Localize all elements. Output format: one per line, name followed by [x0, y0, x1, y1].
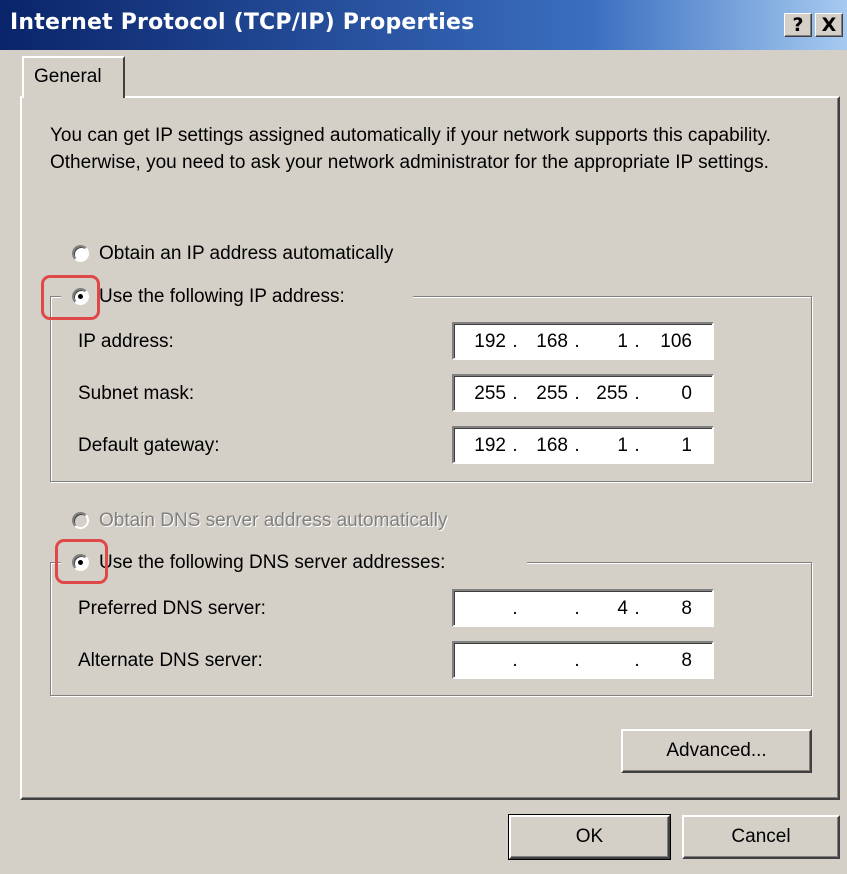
octet: 255: [596, 383, 628, 404]
close-button[interactable]: X: [815, 13, 843, 37]
advanced-button[interactable]: Advanced...: [621, 729, 812, 773]
default-gateway-label: Default gateway:: [78, 435, 220, 456]
preferred-dns-label: Preferred DNS server:: [78, 598, 266, 619]
octet: 255: [474, 383, 506, 404]
window-title: Internet Protocol (TCP/IP) Properties: [10, 10, 475, 35]
radio-button[interactable]: [72, 245, 89, 262]
octet: 1: [617, 435, 628, 456]
subnet-mask-label: Subnet mask:: [78, 383, 195, 404]
help-button[interactable]: ?: [784, 13, 812, 37]
preferred-dns-input[interactable]: . . 4 . 8: [452, 589, 714, 627]
radio-label: Obtain DNS server address automatically: [99, 510, 448, 531]
octet: 0: [681, 383, 692, 404]
title-bar: Internet Protocol (TCP/IP) Properties ? …: [0, 0, 847, 50]
octet: 192: [474, 331, 506, 352]
radio-label: Obtain an IP address automatically: [99, 243, 394, 264]
octet: 192: [474, 435, 506, 456]
octet: 255: [536, 383, 568, 404]
octet: 4: [617, 598, 628, 619]
octet: 1: [617, 331, 628, 352]
alternate-dns-label: Alternate DNS server:: [78, 650, 263, 671]
description-text: You can get IP settings assigned automat…: [50, 125, 771, 173]
tab-general-label: General: [34, 66, 102, 87]
octet: 106: [660, 331, 692, 352]
tab-general[interactable]: General: [22, 56, 125, 98]
radio-button[interactable]: [72, 512, 89, 529]
octet: 168: [536, 331, 568, 352]
octet: 168: [536, 435, 568, 456]
ok-button[interactable]: OK: [508, 814, 671, 860]
annotation-highlight-dns-radio: [55, 539, 108, 584]
ip-address-label: IP address:: [78, 331, 174, 352]
annotation-highlight-ip-radio: [41, 275, 100, 320]
cancel-button[interactable]: Cancel: [682, 815, 840, 859]
default-gateway-input[interactable]: 192 . 168 . 1 . 1: [452, 426, 714, 464]
octet: 1: [681, 435, 692, 456]
alternate-dns-input[interactable]: . . . 8: [452, 641, 714, 679]
ip-address-input[interactable]: 192 . 168 . 1 . 106: [452, 322, 714, 360]
radio-label: Use the following DNS server addresses:: [99, 552, 446, 573]
radio-label: Use the following IP address:: [99, 286, 345, 307]
octet: 8: [681, 650, 692, 671]
octet: 8: [681, 598, 692, 619]
subnet-mask-input[interactable]: 255 . 255 . 255 . 0: [452, 374, 714, 412]
